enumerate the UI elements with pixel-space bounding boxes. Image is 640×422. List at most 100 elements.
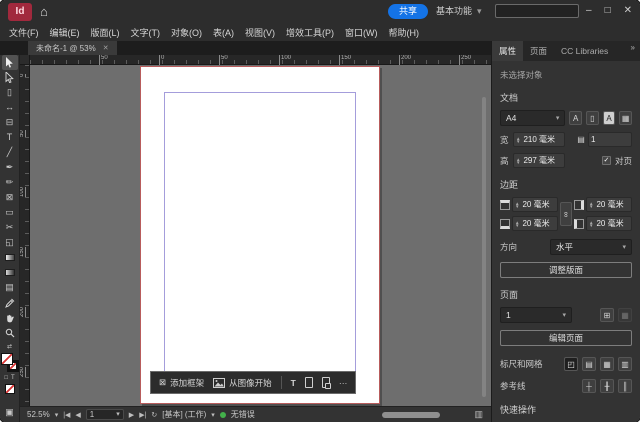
menu-edit[interactable]: 编辑(E) [50,26,80,39]
preflight-refresh-icon[interactable]: ↻ [151,411,157,419]
hand-tool[interactable] [2,310,18,325]
zoom-tool[interactable] [2,325,18,340]
tab-cc-libraries[interactable]: CC Libraries [554,41,615,61]
horizontal-ruler[interactable]: 50 0 50 100 150 200 250 [30,55,491,65]
close-button[interactable]: ✕ [624,0,632,22]
vertical-ruler[interactable]: 0 50 100 150 200 250 [20,65,30,406]
canvas[interactable]: 50 0 50 100 150 200 250 0 50 100 150 200… [20,55,491,406]
show-guides-button[interactable]: ┼ [582,379,596,393]
scissors-tool[interactable]: ✂ [2,220,18,235]
free-transform-tool[interactable]: ◱ [2,235,18,250]
layout-grid-button[interactable]: ▦ [619,111,633,125]
page-size-select[interactable]: A4 ▾ [500,110,566,126]
tab-close-icon[interactable]: ✕ [103,44,109,52]
stepper-icon[interactable]: ▲ ▼ [589,201,593,209]
width-field[interactable]: ▲ ▼ 210 毫米 [513,132,565,147]
menu-view[interactable]: 视图(V) [245,26,275,39]
maximize-button[interactable]: □ [605,0,611,22]
gap-tool[interactable]: ↔ [2,100,18,115]
selection-tool[interactable] [1,55,18,70]
workspace-switcher[interactable]: 基本功能 ▾ [436,4,482,19]
search-input[interactable] [495,4,579,18]
tab-properties[interactable]: 属性 [492,41,524,61]
margin-outside-field[interactable]: ▲ ▼ 20 毫米 [586,197,632,212]
smart-guides-button[interactable]: ╂ [600,379,614,393]
gradient-tool[interactable] [2,250,18,265]
adjust-layout-button[interactable]: 调整版面 [500,262,632,278]
writing-direction-button[interactable]: A [602,111,616,125]
page-edit-icon[interactable] [321,377,331,389]
next-page-button[interactable]: ▶ [129,411,134,419]
first-page-button[interactable]: |◀ [63,411,70,419]
pen-tool[interactable]: ✒ [2,160,18,175]
current-page-select[interactable]: 1 ▾ [500,307,572,323]
page-number-field[interactable]: 1 ▾ [85,409,124,420]
tab-pages[interactable]: 页面 [523,41,554,61]
rectangle-frame-tool[interactable]: ⊠ [2,190,18,205]
apply-none-swatch[interactable] [4,384,15,394]
fill-stroke-swatches[interactable] [0,353,19,372]
gradient-feather-tool[interactable] [2,265,18,280]
show-rulers-button[interactable]: ◰ [564,357,578,371]
menu-object[interactable]: 对象(O) [171,26,202,39]
panel-collapse-icon[interactable]: » [631,43,635,52]
minimize-button[interactable]: – [586,0,592,22]
menu-table[interactable]: 表(A) [213,26,234,39]
last-page-button[interactable]: ▶| [139,411,146,419]
stepper-icon[interactable]: ▲ ▼ [516,157,520,165]
facing-pages-checkbox[interactable]: ✓ [601,156,611,165]
prev-page-button[interactable]: ◀ [75,411,80,419]
menu-type[interactable]: 文字(T) [131,26,161,39]
stepper-icon[interactable]: ▲ ▼ [589,220,593,228]
formatting-container-icon[interactable]: □ [4,375,8,381]
document-grid-button[interactable]: ▦ [600,357,614,371]
document-page[interactable] [140,66,380,404]
page-tool[interactable]: ▯ [2,85,18,100]
preflight-profile[interactable]: [基本] (工作) [162,409,206,420]
horizontal-scrollbar[interactable] [382,412,440,418]
height-field[interactable]: ▲ ▼ 297 毫米 [513,153,565,168]
type-tool[interactable]: T [2,130,18,145]
type-tool-button[interactable]: T [291,378,296,388]
stepper-icon[interactable]: ▲ ▼ [515,201,519,209]
page-count-field[interactable]: 1 [588,132,632,147]
margin-inside-field[interactable]: ▲ ▼ 20 毫米 [586,216,632,231]
start-from-image-button[interactable]: 从图像开始 [213,377,272,389]
note-tool[interactable]: ▤ [2,280,18,295]
margin-top-field[interactable]: ▲ ▼ 20 毫米 [512,197,558,212]
add-page-button[interactable]: ⊞ [600,308,614,322]
formatting-text-icon[interactable]: T [11,375,15,381]
screen-mode-button[interactable]: ▣ [5,407,14,418]
rectangle-tool[interactable]: ▭ [2,205,18,220]
new-page-icon[interactable] [304,377,313,388]
swap-fill-stroke-icon[interactable]: ⇄ [7,343,12,350]
preflight-chevron-icon[interactable]: ▾ [211,411,215,419]
document-tab[interactable]: 未命名-1 @ 53% ✕ [28,41,117,55]
scrollbar-options-icon[interactable]: ▥ [474,409,483,420]
menu-window[interactable]: 窗口(W) [345,26,378,39]
baseline-grid-button[interactable]: ▤ [582,357,596,371]
vertical-scrollbar[interactable] [482,97,486,397]
zoom-level[interactable]: 52.5% [27,410,50,419]
stepper-icon[interactable]: ▲ ▼ [515,220,519,228]
pencil-tool[interactable]: ✏ [2,175,18,190]
ruler-corner[interactable] [20,55,30,65]
edit-pages-button[interactable]: 编辑页面 [500,330,632,346]
portrait-orientation-button[interactable]: A [569,111,582,125]
direction-select[interactable]: 水平 ▾ [550,239,632,255]
add-frame-button[interactable]: ⊠ 添加框架 [159,377,204,389]
direct-selection-tool[interactable] [2,70,18,85]
stepper-icon[interactable]: ▲ ▼ [516,136,520,144]
zoom-chevron-icon[interactable]: ▾ [55,411,59,419]
frame-grid-button[interactable]: ▥ [618,357,632,371]
delete-page-button[interactable]: ▦ [618,308,632,322]
margin-bottom-field[interactable]: ▲ ▼ 20 毫米 [512,216,558,231]
menu-layout[interactable]: 版面(L) [91,26,120,39]
share-button[interactable]: 共享 [388,4,429,19]
menu-help[interactable]: 帮助(H) [389,26,420,39]
home-icon[interactable]: ⌂ [40,3,48,21]
link-margins-button[interactable]: ∞ [560,202,572,226]
more-options-button[interactable]: ··· [339,378,348,388]
lock-guides-button[interactable]: ║ [618,379,632,393]
landscape-orientation-button[interactable]: ▯ [586,111,599,125]
